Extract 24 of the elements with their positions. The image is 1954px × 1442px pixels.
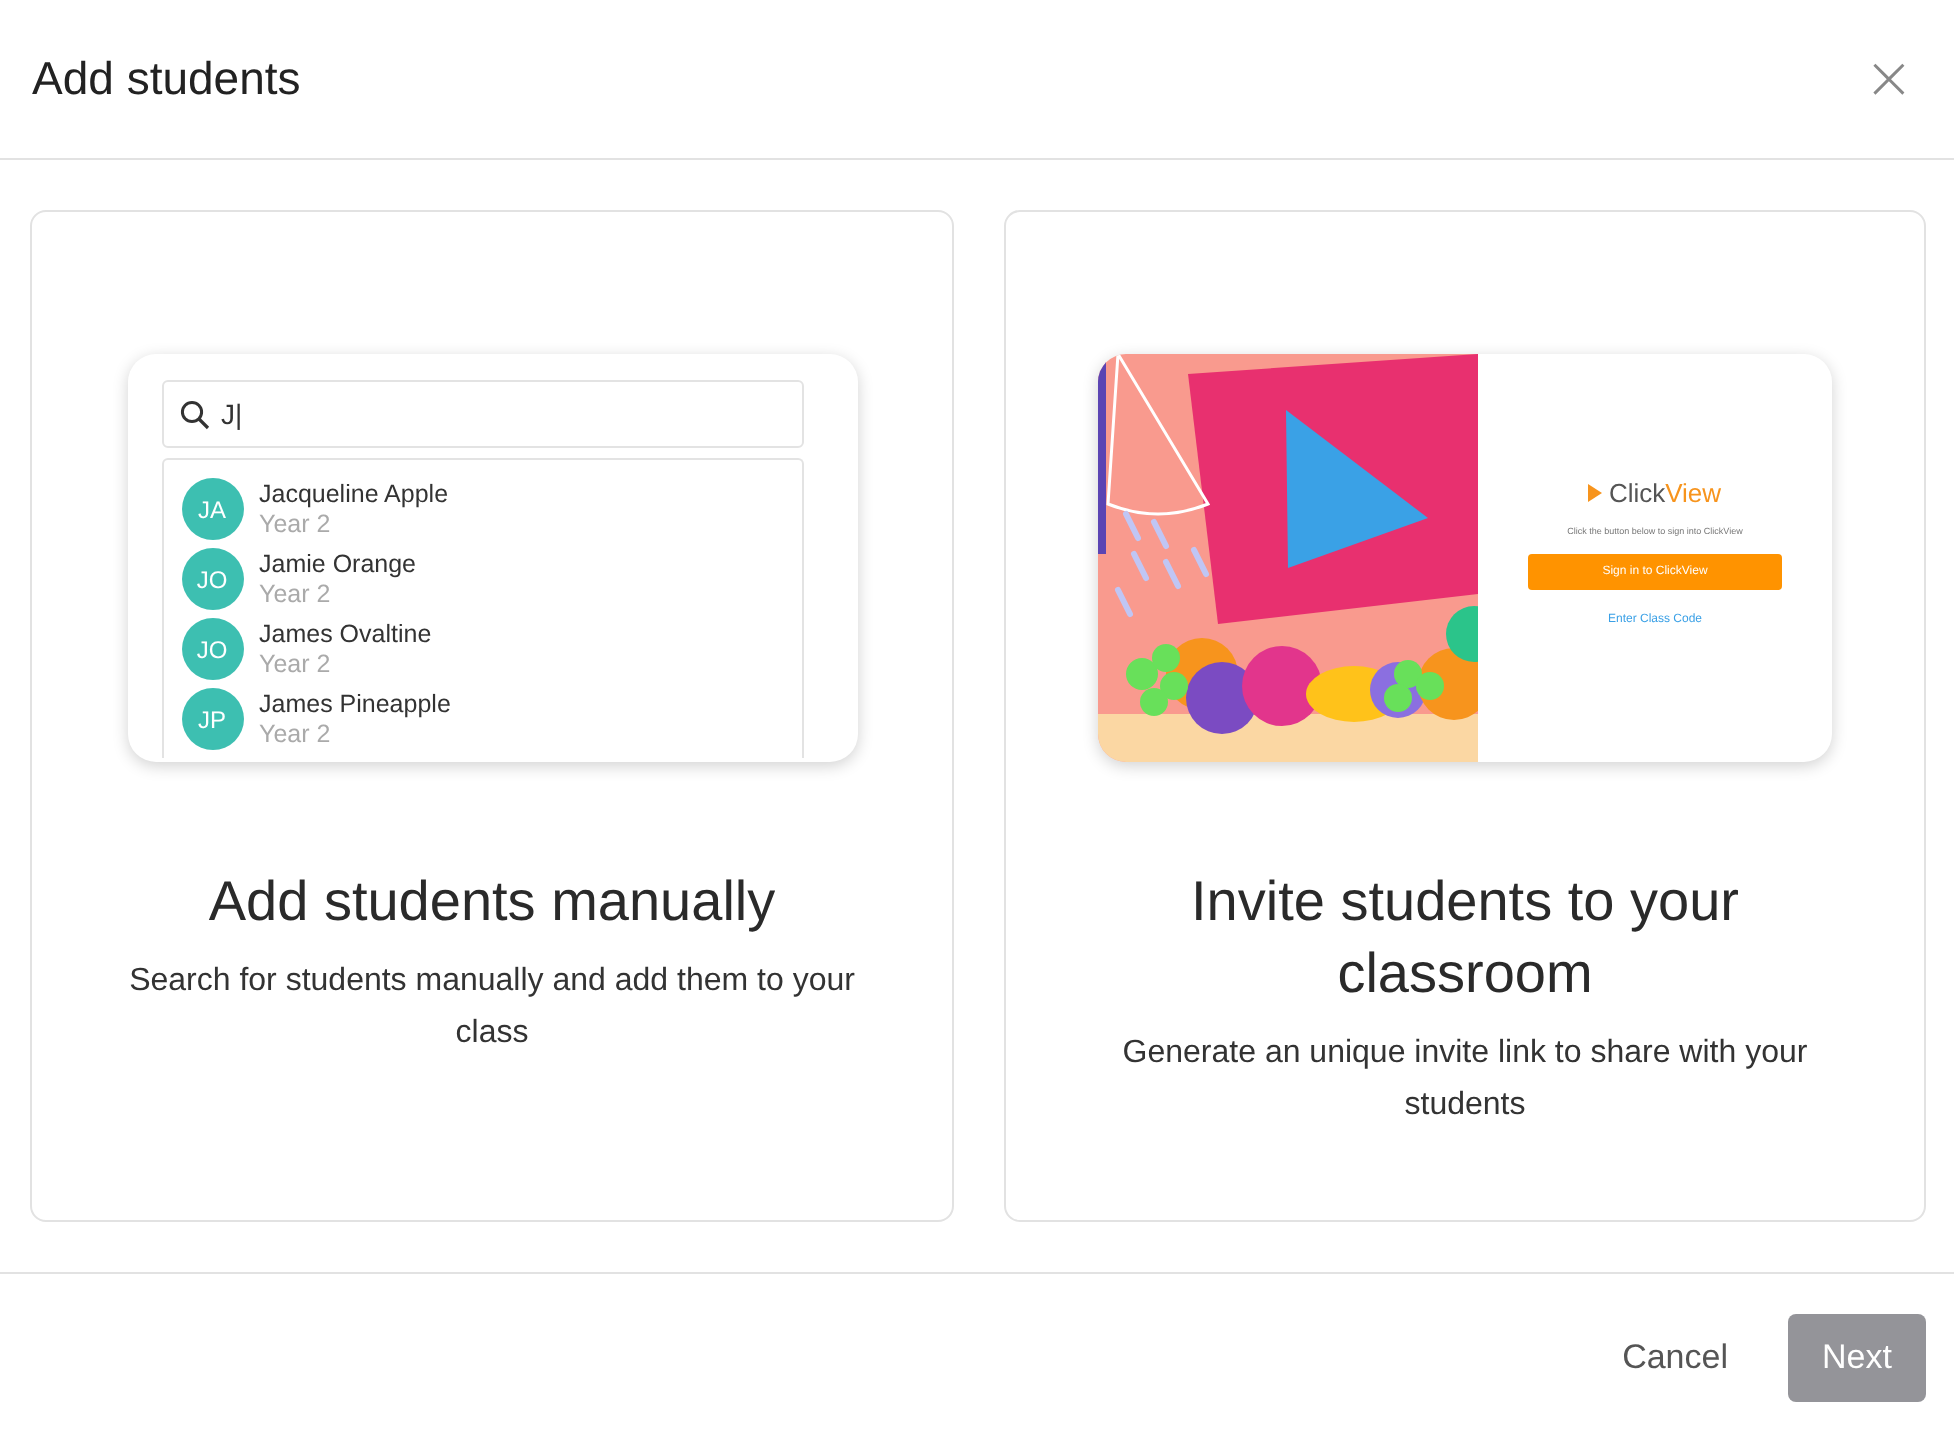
- option-card[interactable]: J| JA Jacqueline Apple Year 2 JO Jamie Orange Year 2 JO James Ovaltine Year 2 JP James Pineapple Year 2 Add students manually Search for students manually and add them to your class: [30, 210, 954, 1222]
- student-name: James Ovaltine: [259, 620, 432, 648]
- avatar: JA: [181, 478, 243, 540]
- student-year: Year 2: [259, 580, 333, 608]
- student-year: Year 2: [259, 510, 333, 538]
- student-year: Year 2: [259, 720, 333, 748]
- dialog-title: Add students: [32, 52, 301, 106]
- avatar: JP: [181, 688, 243, 750]
- play-triangle-icon: [1588, 484, 1603, 502]
- student-name: Jamie Orange: [259, 550, 417, 578]
- search-icon: [179, 399, 209, 429]
- option-description: Generate an unique invite link to share with your students: [1120, 1034, 1810, 1126]
- option-title: Add students manually: [208, 868, 776, 936]
- student-name: James Pineapple: [259, 690, 451, 718]
- avatar: JO: [181, 618, 243, 680]
- avatar: JO: [181, 548, 243, 610]
- student-year: Year 2: [259, 650, 333, 678]
- option-title: Invite students to your classroom: [1189, 868, 1741, 1008]
- search-field: J|: [161, 380, 803, 448]
- close-button[interactable]: ×: [1855, 49, 1922, 109]
- cancel-button[interactable]: Cancel: [1602, 1314, 1748, 1402]
- student-name: Jacqueline Apple: [259, 480, 449, 508]
- logo-text: ClickView: [1588, 478, 1722, 508]
- option-description: Search for students manually and add them to your class: [127, 962, 857, 1054]
